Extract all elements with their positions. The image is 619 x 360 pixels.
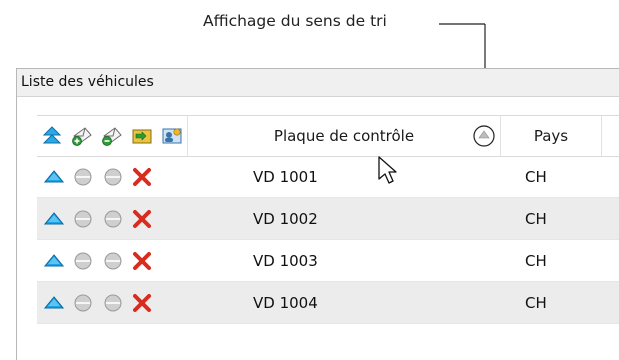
row-blue-triangle-cell: [44, 282, 64, 323]
blue-triangle-icon: [44, 169, 64, 182]
mouse-pointer-icon: [378, 156, 397, 184]
red-x-icon: [133, 167, 151, 186]
envelope-add-icon: [72, 127, 92, 146]
header-envelope-remove-cell[interactable]: [97, 116, 127, 156]
column-header-plate-label: Plaque de contrôle: [273, 127, 415, 145]
sort-up-icon: [42, 126, 62, 144]
row-grey-disc-cell: [103, 198, 123, 239]
row-country-cell: CH: [525, 198, 547, 239]
grey-disc-icon: [74, 210, 92, 227]
row-country-cell: CH: [525, 240, 547, 281]
row-blue-triangle-cell: [44, 198, 64, 239]
row-blue-triangle-cell: [44, 240, 64, 281]
table-row[interactable]: VD 1004 CH: [37, 282, 619, 324]
column-header-country[interactable]: Pays: [501, 116, 601, 156]
row-country: CH: [525, 167, 547, 186]
header-vehicle-exchange-cell[interactable]: [127, 116, 157, 156]
header-user-group-cell[interactable]: [157, 116, 187, 156]
row-plate: VD 1004: [253, 293, 318, 312]
grey-disc-icon: [104, 252, 122, 269]
blue-triangle-icon: [44, 253, 64, 266]
row-grey-disc-cell: [103, 156, 123, 197]
row-plate: VD 1003: [253, 251, 318, 270]
row-grey-disc-cell: [73, 156, 93, 197]
row-country: CH: [525, 251, 547, 270]
row-grey-disc-cell: [73, 282, 93, 323]
row-plate: VD 1002: [253, 209, 318, 228]
row-delete-cell[interactable]: [131, 282, 153, 323]
grey-disc-icon: [104, 168, 122, 185]
grey-disc-icon: [74, 168, 92, 185]
row-blue-triangle-cell: [44, 156, 64, 197]
grey-disc-icon: [104, 210, 122, 227]
row-country-cell: CH: [525, 282, 547, 323]
row-delete-cell[interactable]: [131, 156, 153, 197]
sort-direction-callout-label: Affichage du sens de tri: [203, 12, 387, 30]
row-delete-cell[interactable]: [131, 198, 153, 239]
row-country-cell: CH: [525, 156, 547, 197]
envelope-remove-icon: [102, 127, 122, 146]
row-grey-disc-cell: [103, 240, 123, 281]
row-plate-cell: VD 1002: [253, 198, 318, 239]
table-row[interactable]: VD 1002 CH: [37, 198, 619, 240]
vehicle-list-panel: Liste des véhicules Plaque de contrôle P…: [16, 68, 619, 360]
vehicle-list-title: Liste des véhicules: [21, 74, 154, 90]
row-plate-cell: VD 1004: [253, 282, 318, 323]
row-grey-disc-cell: [73, 198, 93, 239]
header-envelope-add-cell[interactable]: [67, 116, 97, 156]
row-plate-cell: VD 1001: [253, 156, 318, 197]
row-grey-disc-cell: [103, 282, 123, 323]
row-grey-disc-cell: [73, 240, 93, 281]
grid-header: Plaque de contrôle Pays: [37, 115, 619, 157]
table-row[interactable]: VD 1003 CH: [37, 240, 619, 282]
red-x-icon: [133, 293, 151, 312]
row-country: CH: [525, 293, 547, 312]
row-plate-cell: VD 1003: [253, 240, 318, 281]
column-header-country-label: Pays: [533, 127, 569, 145]
header-sort-cell[interactable]: [37, 116, 67, 156]
grey-disc-icon: [104, 294, 122, 311]
row-delete-cell[interactable]: [131, 240, 153, 281]
table-row[interactable]: VD 1001 CH: [37, 156, 619, 198]
row-plate: VD 1001: [253, 167, 318, 186]
grey-disc-icon: [74, 252, 92, 269]
vehicle-list-title-bar: Liste des véhicules: [17, 69, 619, 97]
vehicle-exchange-icon: [132, 129, 152, 144]
sort-ascending-icon[interactable]: [473, 125, 495, 147]
blue-triangle-icon: [44, 295, 64, 308]
blue-triangle-icon: [44, 211, 64, 224]
red-x-icon: [133, 251, 151, 270]
user-group-icon: [162, 128, 182, 144]
grey-disc-icon: [74, 294, 92, 311]
row-country: CH: [525, 209, 547, 228]
red-x-icon: [133, 209, 151, 228]
column-header-plate[interactable]: Plaque de contrôle: [188, 116, 500, 156]
